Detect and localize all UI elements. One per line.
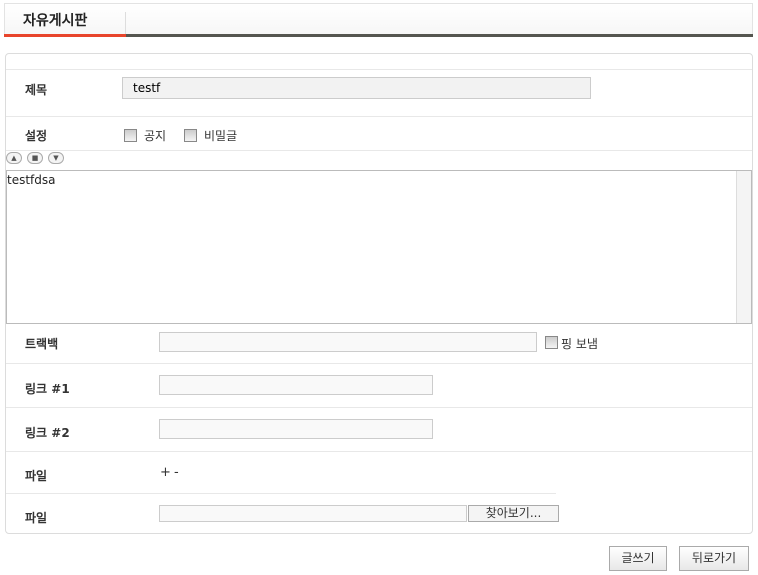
settings-label: 설정 xyxy=(25,129,48,143)
link1-input[interactable] xyxy=(159,375,433,395)
content-textarea[interactable]: testfdsa xyxy=(6,170,752,324)
active-tab-underline xyxy=(4,34,126,37)
secret-label: 비밀글 xyxy=(204,129,238,143)
trackback-label: 트랙백 xyxy=(25,337,59,351)
tab-board-title[interactable]: 자유게시판 xyxy=(23,10,87,30)
divider xyxy=(6,451,752,452)
file-path-input[interactable] xyxy=(159,505,467,522)
board-header xyxy=(4,3,753,37)
file-label: 파일 xyxy=(25,511,48,525)
back-button[interactable]: 뒤로가기 xyxy=(679,546,749,571)
file-controls-label: 파일 xyxy=(25,469,48,483)
editor-reset-button[interactable]: ■ xyxy=(27,152,43,164)
add-file-button[interactable]: + xyxy=(160,465,171,480)
editor-shrink-button[interactable]: ▲ xyxy=(6,152,22,164)
divider xyxy=(6,407,752,408)
subject-label: 제목 xyxy=(25,83,48,97)
textarea-scrollbar[interactable] xyxy=(736,171,751,323)
notice-checkbox[interactable] xyxy=(124,129,137,142)
divider xyxy=(6,150,752,151)
secret-checkbox[interactable] xyxy=(184,129,197,142)
subject-input[interactable] xyxy=(122,77,591,99)
write-button[interactable]: 글쓰기 xyxy=(609,546,667,571)
divider xyxy=(6,493,556,494)
divider xyxy=(6,116,752,117)
trackback-input[interactable] xyxy=(159,332,537,352)
divider xyxy=(6,69,752,70)
content-text: testfdsa xyxy=(7,173,56,187)
browse-button[interactable]: 찾아보기... xyxy=(468,505,559,522)
notice-label: 공지 xyxy=(144,129,167,143)
ping-label: 핑 보냄 xyxy=(561,337,598,351)
ping-checkbox[interactable] xyxy=(545,336,558,349)
tab-divider xyxy=(125,12,126,35)
link2-label: 링크 #2 xyxy=(25,426,70,440)
header-underline xyxy=(126,34,753,37)
link2-input[interactable] xyxy=(159,419,433,439)
link1-label: 링크 #1 xyxy=(25,382,70,396)
editor-expand-button[interactable]: ▼ xyxy=(48,152,64,164)
remove-file-button[interactable]: - xyxy=(174,465,179,480)
divider xyxy=(6,363,752,364)
